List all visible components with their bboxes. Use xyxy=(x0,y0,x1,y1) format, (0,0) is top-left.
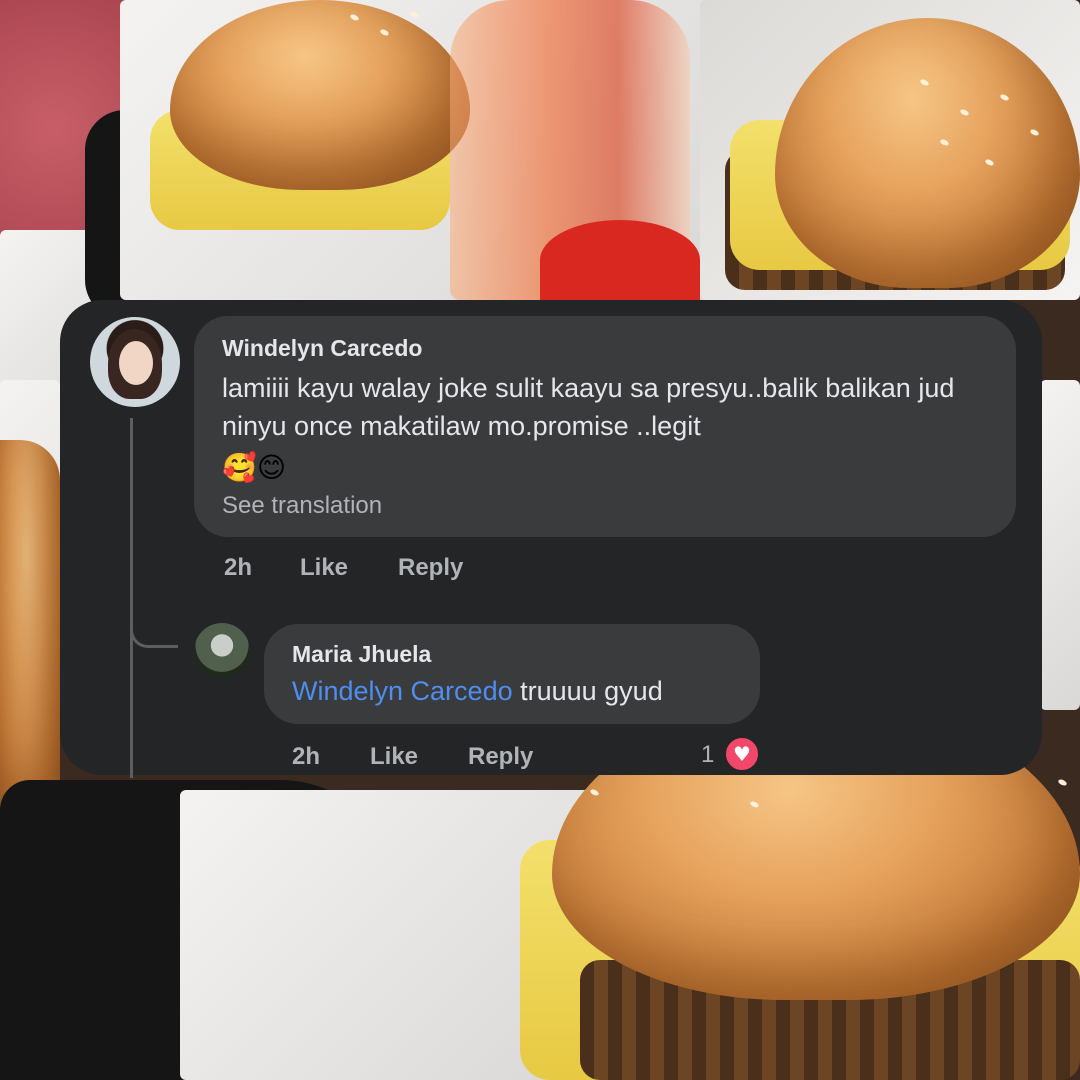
reply-button[interactable]: Reply xyxy=(398,554,463,582)
like-button[interactable]: Like xyxy=(300,554,348,582)
like-button[interactable]: Like xyxy=(370,743,418,771)
avatar-face xyxy=(119,341,153,385)
comment-emojis: 🥰😊 xyxy=(222,451,287,484)
sesame-seed xyxy=(1057,778,1068,787)
comment-author[interactable]: Windelyn Carcedo xyxy=(222,335,422,362)
reply-timestamp[interactable]: 2h xyxy=(292,743,320,771)
reaction-count[interactable]: 1 xyxy=(701,741,714,769)
avatar[interactable] xyxy=(194,623,250,679)
mention-link[interactable]: Windelyn Carcedo xyxy=(292,676,513,706)
reply-author[interactable]: Maria Jhuela xyxy=(292,641,431,668)
wax-paper xyxy=(1040,380,1080,710)
reply-text-line: Windelyn Carcedo truuuu gyud xyxy=(292,676,663,707)
comment-text: lamiiii kayu walay joke sulit kaayu sa p… xyxy=(222,373,955,441)
thread-connector xyxy=(130,620,178,648)
reply-bubble[interactable] xyxy=(264,624,760,724)
burger-bun xyxy=(0,440,60,820)
avatar[interactable] xyxy=(90,317,180,407)
heart-icon[interactable]: ♥ xyxy=(723,735,761,773)
see-translation-link[interactable]: See translation xyxy=(222,492,382,520)
reply-text: truuuu gyud xyxy=(512,676,663,706)
bottle-label xyxy=(540,220,700,300)
reply-button[interactable]: Reply xyxy=(468,743,533,771)
thread-line xyxy=(130,418,133,778)
comment-timestamp[interactable]: 2h xyxy=(224,554,252,582)
